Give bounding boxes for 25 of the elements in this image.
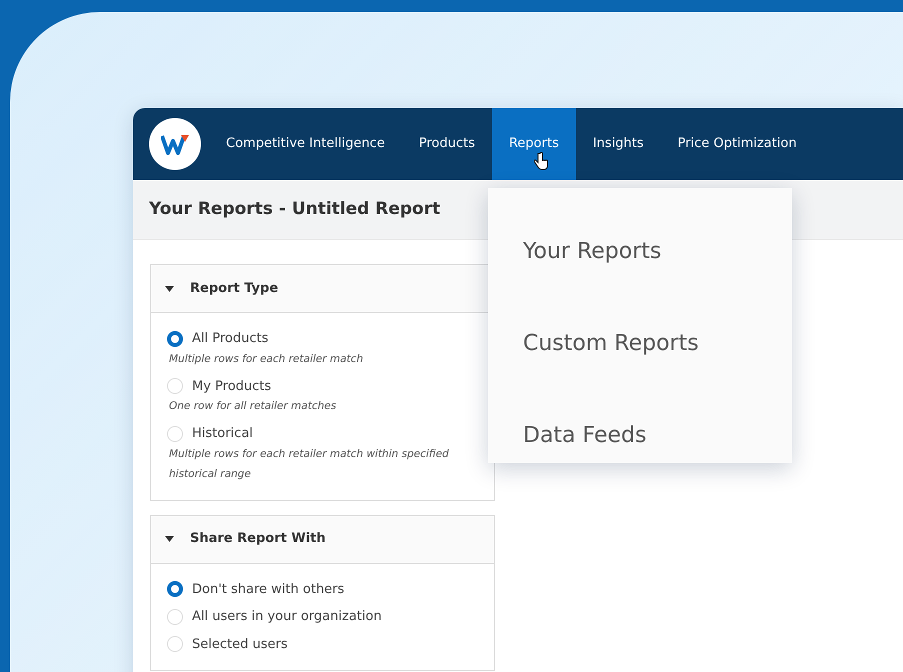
section-title: Report Type	[190, 280, 278, 298]
hand-cursor-icon	[534, 152, 548, 170]
logo-icon	[149, 118, 201, 170]
option-label: Don't share with others	[192, 580, 344, 598]
nav-tab[interactable]: Competitive Intelligence	[209, 108, 402, 180]
option-description: Multiple rows for each retailer match within specified historical range	[169, 446, 450, 482]
option-label: All Products	[192, 330, 268, 348]
section-title: Share Report With	[190, 530, 326, 548]
section-header[interactable]: Share Report With	[151, 516, 494, 564]
radio-button[interactable]	[167, 581, 183, 598]
radio-button[interactable]	[167, 330, 183, 347]
option-label: Historical	[192, 425, 253, 443]
page-title: Your Reports - Untitled Report	[149, 198, 440, 221]
menu-item[interactable]: Custom Reports	[523, 298, 699, 390]
nav-tab[interactable]: Products	[402, 108, 492, 180]
option-label: All users in your organization	[192, 608, 382, 626]
option-label: My Products	[192, 378, 272, 396]
menu-item[interactable]: Your Reports	[523, 206, 662, 298]
option-description: One row for all retailer matches	[169, 399, 338, 414]
option-description: Multiple rows for each retailer match	[169, 352, 364, 366]
nav-tab[interactable]: Price Optimization	[660, 108, 814, 180]
option-label: Selected users	[192, 636, 288, 654]
nav-tab[interactable]: Insights	[576, 108, 661, 180]
menu-item[interactable]: Data Feeds	[523, 390, 646, 482]
nav-tab[interactable]: Reports	[492, 108, 576, 180]
